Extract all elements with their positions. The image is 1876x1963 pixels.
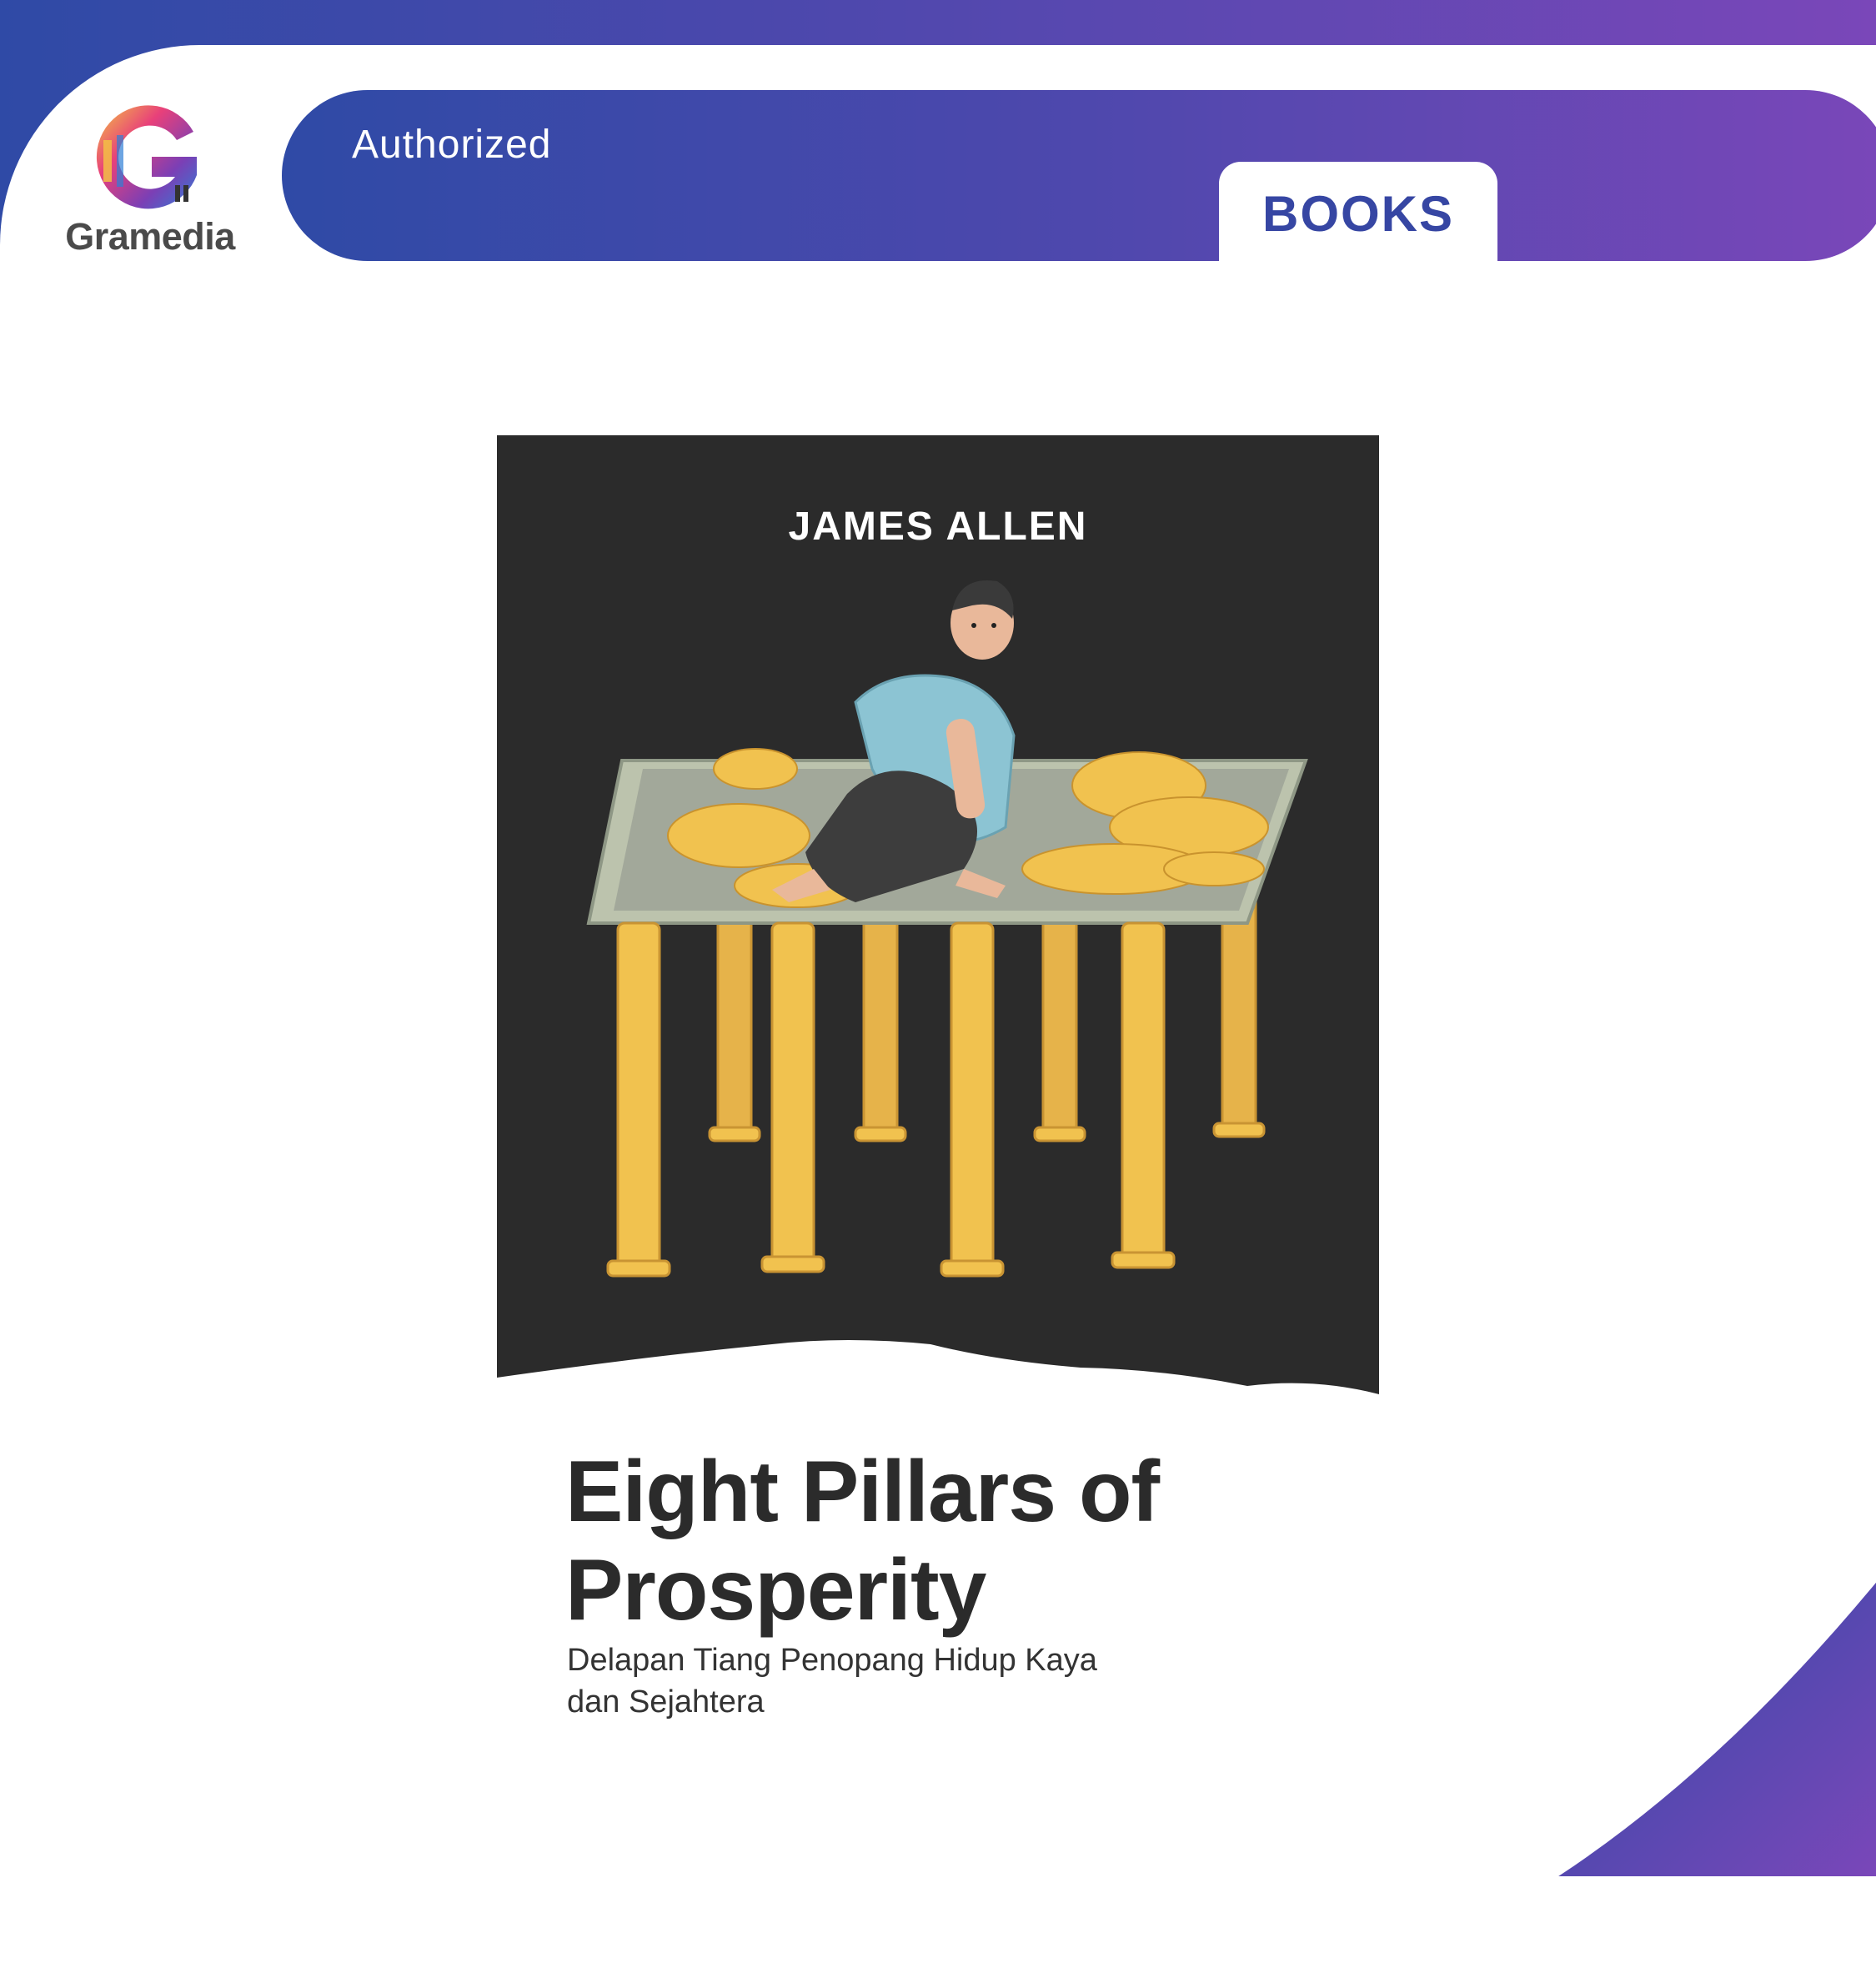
book-cover[interactable]: JAMES ALLEN Eight Pillars of Prosperity … bbox=[497, 435, 1379, 1745]
book-subtitle: Delapan Tiang Penopang Hidup Kaya dan Se… bbox=[567, 1643, 1097, 1720]
gramedia-logo[interactable]: Gramedia bbox=[50, 98, 250, 265]
authorized-banner bbox=[282, 90, 1876, 261]
book-author: JAMES ALLEN bbox=[788, 505, 1088, 549]
book-title: Eight Pillars of Prosperity bbox=[565, 1443, 1160, 1639]
cover-illustration bbox=[497, 435, 1379, 1394]
gramedia-g-icon bbox=[96, 105, 197, 209]
gramedia-logo-text: Gramedia bbox=[65, 215, 235, 258]
authorized-label: Authorized bbox=[352, 123, 552, 167]
books-category-tab[interactable]: BOOKS bbox=[1219, 162, 1497, 265]
corner-decoration bbox=[1548, 1576, 1876, 1876]
